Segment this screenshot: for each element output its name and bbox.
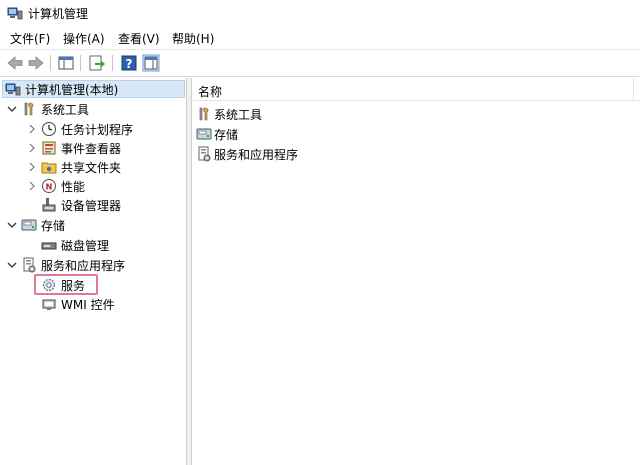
tree-item-label: 性能 (61, 179, 86, 194)
tree-item-label: 系统工具 (41, 102, 90, 117)
list-item-label: 存储 (214, 127, 239, 142)
tools-icon (196, 106, 212, 122)
clock-icon (41, 121, 57, 137)
toolbar-separator (50, 55, 51, 71)
chevron-down-icon[interactable] (6, 103, 18, 115)
list-item-label: 系统工具 (214, 107, 263, 122)
tools-icon (21, 101, 37, 117)
menu-view[interactable]: 查看(V) (118, 30, 160, 47)
list-item-storage[interactable]: 存储 (196, 125, 238, 143)
svg-text:N: N (46, 183, 53, 192)
computer-management-icon (5, 81, 21, 97)
title-bar: 计算机管理 (0, 0, 640, 26)
window-title: 计算机管理 (28, 7, 89, 21)
console-tree: 计算机管理(本地) 系统工具 任务计划程序 事件查看器 共享文件夹 N 性能 设… (0, 78, 187, 465)
column-header-name[interactable]: 名称 (192, 78, 640, 101)
help-icon[interactable]: ? (120, 54, 138, 72)
toolbar-separator (80, 55, 81, 71)
wmi-icon (41, 296, 57, 312)
back-icon[interactable] (6, 54, 24, 72)
show-hide-tree-icon[interactable] (57, 54, 75, 72)
tree-item-shared-folders[interactable]: 共享文件夹 (26, 158, 121, 176)
details-pane: 名称 系统工具 存储 服务和应用程序 (192, 78, 640, 465)
chevron-right-icon[interactable] (26, 142, 38, 154)
list-item-system-tools[interactable]: 系统工具 (196, 105, 262, 123)
export-list-icon[interactable] (88, 54, 106, 72)
tree-item-wmi-control[interactable]: WMI 控件 (41, 295, 115, 313)
tree-item-label: 服务和应用程序 (41, 258, 126, 273)
show-hide-action-pane-icon[interactable] (142, 54, 160, 72)
computer-management-icon (7, 5, 23, 21)
tree-item-label: WMI 控件 (61, 297, 115, 312)
tree-item-task-scheduler[interactable]: 任务计划程序 (26, 120, 133, 138)
tree-item-label: 存储 (41, 218, 66, 233)
list-item-label: 服务和应用程序 (214, 147, 299, 162)
event-viewer-icon (41, 140, 57, 156)
tree-item-performance[interactable]: N 性能 (26, 177, 85, 195)
chevron-down-icon[interactable] (6, 219, 18, 231)
list-item-services-and-applications[interactable]: 服务和应用程序 (196, 145, 298, 163)
highlight-box (34, 274, 98, 295)
menu-file[interactable]: 文件(F) (10, 30, 50, 47)
storage-icon (196, 126, 212, 142)
column-header-label: 名称 (198, 85, 223, 99)
tree-item-storage[interactable]: 存储 (6, 216, 65, 234)
menu-action[interactable]: 操作(A) (63, 30, 105, 47)
tree-item-device-manager[interactable]: 设备管理器 (41, 196, 121, 214)
toolbar: ? (0, 49, 640, 77)
disk-icon (41, 237, 57, 253)
tree-item-disk-management[interactable]: 磁盘管理 (41, 236, 109, 254)
tree-item-label: 任务计划程序 (61, 122, 134, 137)
toolbar-separator (112, 55, 113, 71)
chevron-down-icon[interactable] (6, 259, 18, 271)
tree-item-event-viewer[interactable]: 事件查看器 (26, 139, 121, 157)
tree-item-label: 计算机管理(本地) (25, 82, 119, 97)
tree-item-label: 设备管理器 (61, 198, 122, 213)
performance-icon: N (41, 178, 57, 194)
shared-folder-icon (41, 159, 57, 175)
menu-help[interactable]: 帮助(H) (172, 30, 214, 47)
tree-item-label: 磁盘管理 (61, 238, 110, 253)
chevron-right-icon[interactable] (26, 161, 38, 173)
tree-item-computer-management[interactable]: 计算机管理(本地) (2, 80, 185, 98)
tree-item-label: 事件查看器 (61, 141, 122, 156)
tree-item-system-tools[interactable]: 系统工具 (6, 100, 89, 118)
forward-icon[interactable] (27, 54, 45, 72)
svg-text:?: ? (126, 57, 133, 71)
storage-icon (21, 217, 37, 233)
tree-item-services-and-applications[interactable]: 服务和应用程序 (6, 256, 125, 274)
chevron-right-icon[interactable] (26, 123, 38, 135)
menu-bar: 文件(F) 操作(A) 查看(V) 帮助(H) (0, 27, 640, 47)
column-separator[interactable] (633, 78, 634, 100)
services-applications-icon (196, 146, 212, 162)
device-manager-icon (41, 197, 57, 213)
chevron-right-icon[interactable] (26, 180, 38, 192)
services-applications-icon (21, 257, 37, 273)
tree-item-label: 共享文件夹 (61, 160, 122, 175)
